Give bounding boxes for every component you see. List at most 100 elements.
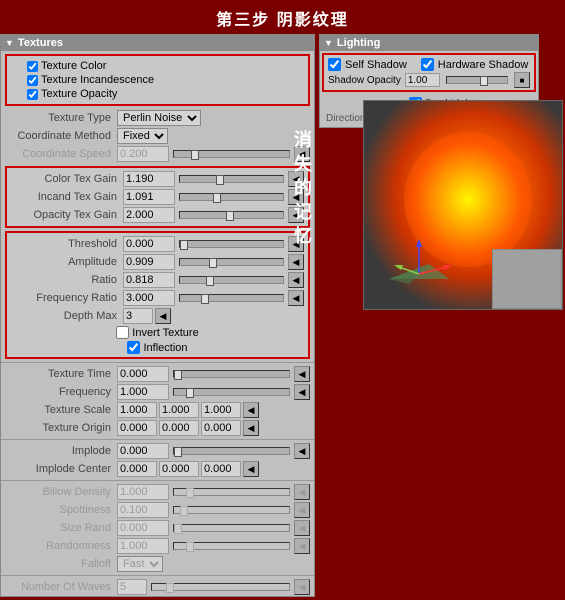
shadow-opacity-label: Shadow Opacity [328,75,401,86]
randomness-input [117,538,169,554]
spottiness-btn: ◀ [294,502,310,518]
amplitude-input[interactable] [123,254,175,270]
coord-method-dropdown[interactable]: Fixed [117,128,168,144]
color-tex-gain-input[interactable] [123,171,175,187]
texture-color-checkbox[interactable] [27,61,38,72]
frequency-ratio-slider[interactable] [179,294,284,302]
preview-area [363,100,563,310]
texture-origin-row: Texture Origin ◀ [1,419,314,437]
billow-density-input [117,484,169,500]
chinese-decorative-text: 消失的记忆 [290,130,313,250]
invert-texture-checkbox[interactable] [116,326,129,339]
lighting-panel-title: Lighting [337,37,380,49]
texture-time-slider[interactable] [173,370,290,378]
size-rand-label: Size Rand [5,522,115,534]
incand-tex-gain-slider[interactable] [179,193,284,201]
implode-input[interactable] [117,443,169,459]
amplitude-slider[interactable] [179,258,284,266]
falloff-row: Falloff Fast [1,555,314,573]
implode-center-x-input[interactable] [117,461,157,477]
frequency-input[interactable] [117,384,169,400]
ratio-slider[interactable] [179,276,284,284]
implode-row: Implode ◀ [1,442,314,460]
texture-color-label: Texture Color [41,60,106,72]
shadow-opacity-input[interactable] [405,73,440,87]
shadow-opacity-slider[interactable] [446,76,508,84]
textures-panel-title: Textures [18,37,63,49]
shadow-opacity-row: Shadow Opacity ■ [328,72,530,88]
ratio-input[interactable] [123,272,175,288]
falloff-dropdown: Fast [117,556,163,572]
shadow-opacity-btn[interactable]: ■ [514,72,530,88]
texture-time-label: Texture Time [5,368,115,380]
amplitude-btn[interactable]: ◀ [288,254,304,270]
coord-method-label: Coordinate Method [5,130,115,142]
coord-speed-slider[interactable] [173,150,290,158]
axis-lines-svg [379,229,459,289]
amplitude-label: Amplitude [11,256,121,268]
texture-scale-x-input[interactable] [117,402,157,418]
frequency-ratio-btn[interactable]: ◀ [288,290,304,306]
texture-origin-y-input[interactable] [159,420,199,436]
opacity-tex-gain-slider[interactable] [179,211,284,219]
invert-texture-label: Invert Texture [132,327,198,339]
implode-center-label: Implode Center [5,463,115,475]
texture-scale-y-input[interactable] [159,402,199,418]
frequency-ratio-input[interactable] [123,290,175,306]
implode-btn[interactable]: ◀ [294,443,310,459]
opacity-tex-gain-row: Opacity Tex Gain ◀ [7,206,308,224]
texture-scale-btn[interactable]: ◀ [243,402,259,418]
implode-center-z-input[interactable] [201,461,241,477]
billow-density-row: Billow Density ◀ [1,483,314,501]
texture-time-row: Texture Time ◀ [1,365,314,383]
implode-center-btn[interactable]: ◀ [243,461,259,477]
texture-time-btn[interactable]: ◀ [294,366,310,382]
color-tex-gain-slider[interactable] [179,175,284,183]
implode-center-y-input[interactable] [159,461,199,477]
self-shadow-checkbox[interactable] [328,58,341,71]
hardware-shadow-label: Hardware Shadow [438,59,529,71]
color-tex-gain-label: Color Tex Gain [11,173,121,185]
texture-origin-btn[interactable]: ◀ [243,420,259,436]
opacity-tex-gain-label: Opacity Tex Gain [11,209,121,221]
invert-texture-row: Invert Texture [7,325,308,340]
frequency-btn[interactable]: ◀ [294,384,310,400]
incand-tex-gain-input[interactable] [123,189,175,205]
depth-max-label: Depth Max [11,310,121,322]
texture-incandescence-checkbox[interactable] [27,75,38,86]
texture-origin-z-input[interactable] [201,420,241,436]
threshold-slider[interactable] [179,240,284,248]
textures-collapse-arrow[interactable]: ▼ [5,38,14,48]
randomness-btn: ◀ [294,538,310,554]
texture-incandescence-row: Texture Incandescence [27,73,288,87]
texture-origin-x-input[interactable] [117,420,157,436]
spottiness-label: Spottiness [5,504,115,516]
texture-time-input[interactable] [117,366,169,382]
size-rand-slider [173,524,290,532]
ratio-label: Ratio [11,274,121,286]
coord-speed-input[interactable] [117,146,169,162]
textures-panel-header: ▼ Textures [1,35,314,51]
texture-type-dropdown[interactable]: Perlin Noise [117,110,201,126]
billow-density-slider [173,488,290,496]
page-title: 第三步 阴影纹理 [0,0,565,34]
num-waves-slider [151,583,290,591]
texture-opacity-checkbox[interactable] [27,89,38,100]
color-tex-gain-row: Color Tex Gain ◀ [7,170,308,188]
inflection-checkbox[interactable] [127,341,140,354]
depth-max-input[interactable] [123,308,153,324]
threshold-input[interactable] [123,236,175,252]
opacity-tex-gain-input[interactable] [123,207,175,223]
implode-slider[interactable] [173,447,290,455]
ratio-btn[interactable]: ◀ [288,272,304,288]
frequency-slider[interactable] [173,388,290,396]
frequency-ratio-label: Frequency Ratio [11,292,121,304]
texture-scale-row: Texture Scale ◀ [1,401,314,419]
depth-max-btn[interactable]: ◀ [155,308,171,324]
size-rand-btn: ◀ [294,520,310,536]
hardware-shadow-checkbox[interactable] [421,58,434,71]
inflection-row: Inflection [7,340,308,355]
texture-scale-z-input[interactable] [201,402,241,418]
lighting-panel-header: ▼ Lighting [320,35,538,51]
lighting-collapse-arrow[interactable]: ▼ [324,38,333,48]
